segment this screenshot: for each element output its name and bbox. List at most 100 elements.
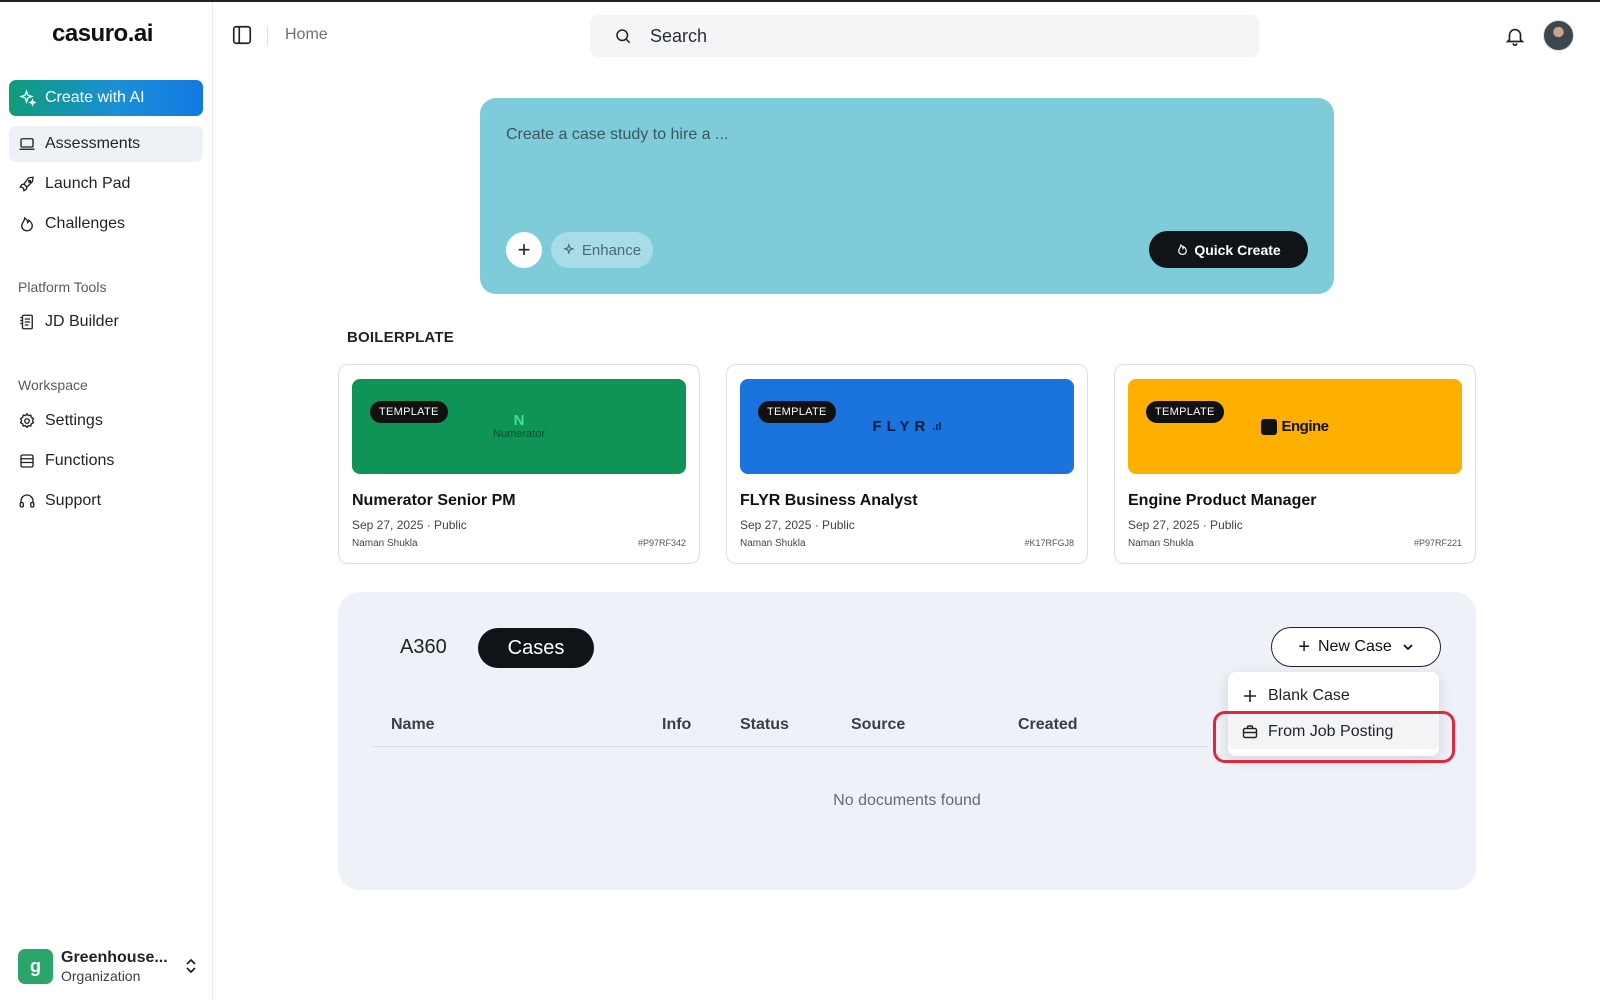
sidebar-item-label: Challenges (45, 215, 126, 232)
search-bar[interactable] (590, 15, 1259, 57)
column-header-status[interactable]: Status (740, 716, 789, 734)
search-icon (616, 29, 631, 44)
template-card-engine[interactable]: Engine TEMPLATE Engine Product Manager S… (1114, 364, 1476, 564)
menu-item-label: From Job Posting (1268, 723, 1394, 740)
rocket-icon (19, 176, 34, 192)
menu-item-label: Blank Case (1268, 687, 1350, 704)
create-prompt-panel: + Enhance Quick Create (480, 98, 1334, 294)
new-case-label: New Case (1317, 638, 1392, 655)
sparkles-icon (19, 89, 37, 107)
table-header-divider (372, 746, 1208, 747)
organization-switcher[interactable]: g Greenhouse... Organization (18, 946, 198, 986)
card-banner: N Numerator TEMPLATE (352, 379, 686, 474)
card-id: #P97RF221 (1413, 538, 1462, 548)
list-icon (20, 454, 34, 468)
boilerplate-heading: BOILERPLATE (347, 329, 454, 346)
menu-item-blank-case[interactable]: Blank Case (1228, 679, 1439, 713)
enhance-button[interactable]: Enhance (551, 232, 653, 268)
numerator-logo: N Numerator (493, 411, 545, 440)
engine-logo: Engine (1128, 379, 1462, 474)
sidebar-item-jd-builder[interactable]: JD Builder (9, 304, 203, 340)
window-top-border (0, 0, 1600, 2)
card-meta: Sep 27, 2025 · Public (352, 518, 467, 532)
card-title: Numerator Senior PM (352, 492, 516, 509)
sidebar-item-label: Settings (45, 412, 103, 429)
gear-icon (19, 412, 35, 429)
flyr-logo: FLYR .ıl (872, 418, 942, 435)
plus-icon (1244, 690, 1256, 702)
plus-icon: + (1298, 636, 1310, 658)
enhance-label: Enhance (581, 241, 642, 259)
tab-cases[interactable]: Cases (478, 628, 594, 668)
card-author: Naman Shukla (352, 538, 418, 549)
attach-button[interactable]: + (506, 232, 542, 268)
sidebar-toggle-icon[interactable] (231, 24, 253, 46)
sidebar-item-settings[interactable]: Settings (9, 403, 203, 439)
breadcrumb[interactable]: Home (285, 26, 328, 44)
search-input[interactable] (650, 25, 1210, 47)
new-case-button[interactable]: + New Case (1271, 627, 1441, 667)
new-case-dropdown-menu: Blank Case From Job Posting (1228, 672, 1439, 756)
flame-icon (21, 216, 33, 232)
quick-create-label: Quick Create (1194, 241, 1281, 258)
card-banner: FLYR .ıl TEMPLATE (740, 379, 1074, 474)
organization-type: Organization (61, 967, 141, 984)
section-label-workspace: Workspace (18, 377, 88, 393)
sparkles-icon (562, 243, 575, 255)
template-badge: TEMPLATE (1146, 401, 1224, 423)
sidebar-item-launch-pad[interactable]: Launch Pad (9, 166, 203, 202)
card-title: FLYR Business Analyst (740, 492, 918, 509)
organization-avatar: g (18, 948, 53, 984)
briefcase-icon (1242, 725, 1258, 739)
card-meta: Sep 27, 2025 · Public (740, 518, 855, 532)
column-header-source[interactable]: Source (851, 716, 905, 734)
section-label-platform-tools: Platform Tools (18, 279, 107, 295)
tab-a360[interactable]: A360 (400, 636, 447, 659)
sidebar-item-label: Support (45, 492, 102, 509)
laptop-icon (19, 138, 35, 150)
card-id: #P97RF342 (637, 538, 686, 548)
sidebar-item-label: Launch Pad (45, 175, 131, 192)
create-with-ai-label: Create with AI (45, 89, 145, 106)
headset-icon (19, 494, 35, 508)
sidebar-item-label: Functions (45, 452, 115, 469)
create-with-ai-button[interactable]: Create with AI (9, 80, 203, 116)
sidebar-item-label: Assessments (45, 135, 141, 152)
template-badge: TEMPLATE (758, 401, 836, 423)
brand-name: FLYR (872, 418, 931, 435)
empty-state-text: No documents found (833, 792, 981, 809)
brand-name: Engine (1281, 418, 1329, 435)
menu-item-from-job-posting[interactable]: From Job Posting (1228, 715, 1439, 749)
chevron-down-icon (1403, 644, 1413, 651)
template-badge: TEMPLATE (370, 401, 448, 423)
plus-icon: + (517, 237, 531, 262)
document-builder-icon (20, 314, 33, 330)
card-banner: Engine TEMPLATE (1128, 379, 1462, 474)
template-card-flyr[interactable]: FLYR .ıl TEMPLATE FLYR Business Analyst … (726, 364, 1088, 564)
sidebar-item-assessments[interactable]: Assessments (9, 126, 203, 162)
user-avatar[interactable] (1543, 20, 1574, 51)
sidebar-item-label: JD Builder (45, 313, 119, 330)
organization-name: Greenhouse... (61, 948, 168, 966)
notification-bell-icon[interactable] (1504, 25, 1526, 47)
column-header-name[interactable]: Name (391, 716, 435, 734)
chevron-up-down-icon (186, 958, 196, 974)
case-study-prompt-input[interactable] (506, 126, 1286, 144)
card-meta: Sep 27, 2025 · Public (1128, 518, 1243, 532)
sidebar-item-functions[interactable]: Functions (9, 443, 203, 479)
sidebar-item-support[interactable]: Support (9, 483, 203, 519)
column-header-info[interactable]: Info (662, 716, 691, 734)
quick-create-button[interactable]: Quick Create (1149, 231, 1308, 268)
brand-name: Numerator (493, 427, 545, 440)
sidebar-item-challenges[interactable]: Challenges (9, 206, 203, 242)
card-author: Naman Shukla (1128, 538, 1194, 549)
app-logo[interactable]: casuro.ai (52, 20, 153, 48)
header-divider (267, 26, 268, 46)
template-card-numerator[interactable]: N Numerator TEMPLATE Numerator Senior PM… (338, 364, 700, 564)
column-header-created[interactable]: Created (1018, 716, 1078, 734)
card-id: #K17RFGJ8 (1024, 538, 1074, 548)
sidebar: casuro.ai Create with AI Assessments Lau… (0, 2, 213, 1000)
card-author: Naman Shukla (740, 538, 806, 549)
flame-icon (1178, 244, 1188, 255)
card-title: Engine Product Manager (1128, 492, 1317, 509)
